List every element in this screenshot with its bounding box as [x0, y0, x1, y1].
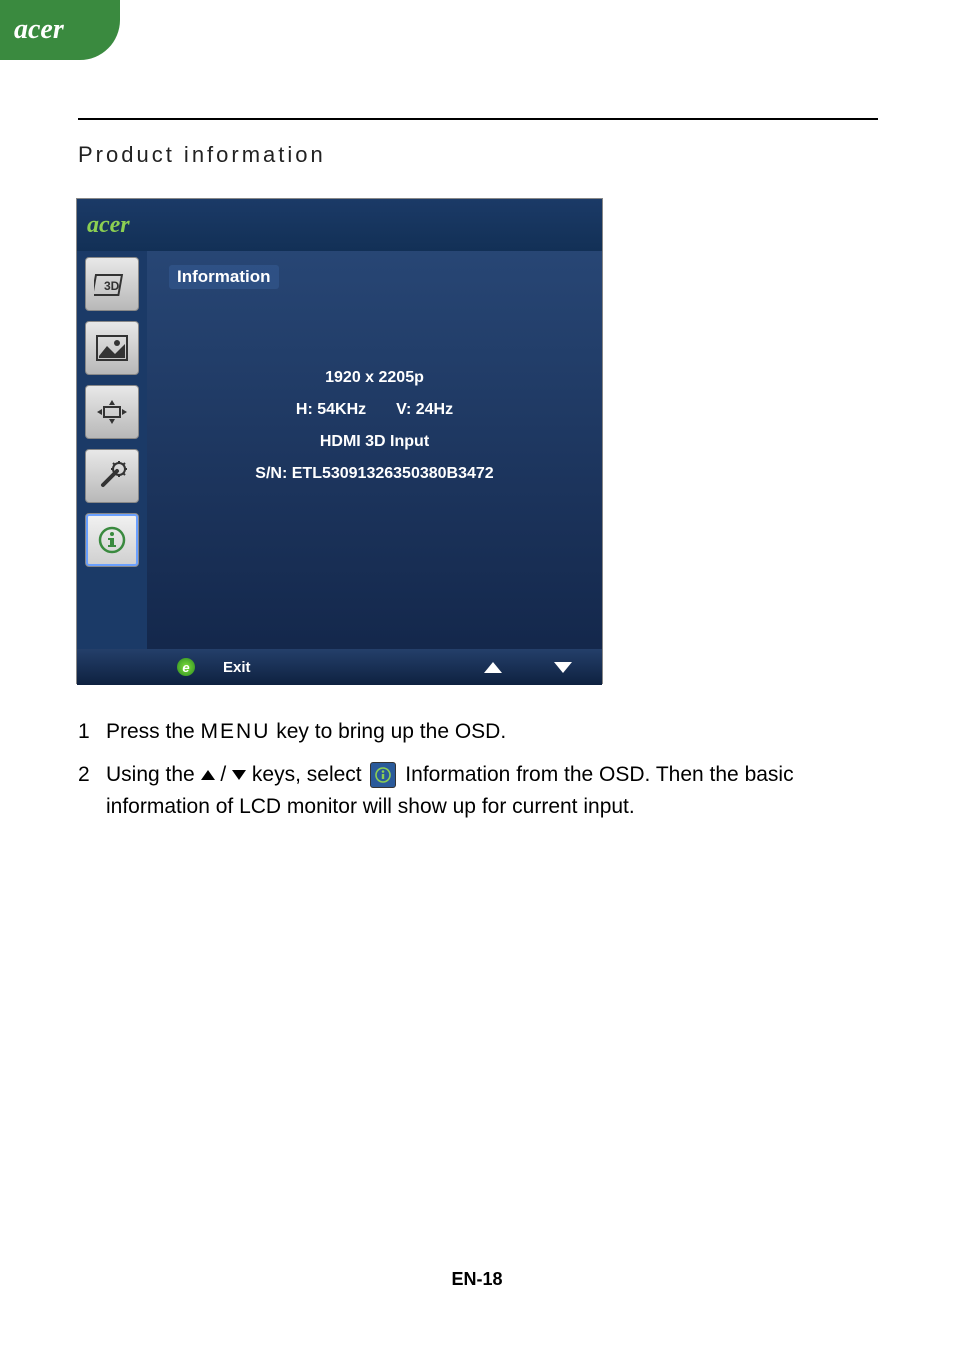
info-vfreq: V: 24Hz: [396, 401, 453, 418]
settings-icon[interactable]: [85, 449, 139, 503]
osd-sidebar: 3D: [77, 251, 147, 649]
osd-tab-title: Information: [169, 265, 279, 289]
instructions: 1 Press the MENU key to bring up the OSD…: [78, 716, 858, 834]
step2-b: /: [215, 763, 233, 786]
page-number: EN-18: [0, 1269, 954, 1290]
divider: [78, 118, 878, 120]
up-arrow-icon: [201, 770, 215, 780]
osd-panel: acer 3D: [76, 198, 603, 684]
step-number: 1: [78, 716, 106, 749]
osd-body: 3D: [77, 251, 602, 649]
down-arrow-icon[interactable]: [554, 662, 572, 673]
instruction-step-1: 1 Press the MENU key to bring up the OSD…: [78, 716, 858, 749]
osd-main: Information 1920 x 2205p H: 54KHz V: 24Hz…: [147, 251, 602, 649]
up-arrow-icon[interactable]: [484, 662, 502, 673]
osd-footer: e Exit: [77, 649, 602, 685]
info-resolution: 1920 x 2205p: [147, 369, 602, 387]
info-input: HDMI 3D Input: [147, 433, 602, 451]
step1-pre: Press the: [106, 720, 201, 743]
brand-header: acer: [0, 0, 120, 60]
section-title: Product information: [78, 142, 326, 168]
step-number: 2: [78, 759, 106, 824]
svg-text:3D: 3D: [104, 279, 120, 293]
menu-key-label: MENU: [201, 720, 271, 743]
position-icon[interactable]: [85, 385, 139, 439]
3d-icon[interactable]: 3D: [85, 257, 139, 311]
instruction-step-2: 2 Using the / keys, select Information f…: [78, 759, 858, 824]
step1-post: key to bring up the OSD.: [270, 720, 506, 743]
exit-button[interactable]: Exit: [223, 659, 251, 676]
info-hfreq: H: 54KHz: [296, 401, 366, 418]
acer-logo: acer: [14, 14, 64, 46]
osd-header: acer: [77, 199, 602, 251]
down-arrow-icon: [232, 770, 246, 780]
info-lines: 1920 x 2205p H: 54KHz V: 24Hz HDMI 3D Inp…: [147, 369, 602, 497]
step2-c: keys, select: [246, 763, 367, 786]
step2-a: Using the: [106, 763, 201, 786]
info-icon: [370, 762, 396, 788]
info-serial: S/N: ETL53091326350380B3472: [147, 465, 602, 483]
info-icon[interactable]: [85, 513, 139, 567]
info-freq: H: 54KHz V: 24Hz: [147, 401, 602, 419]
eco-icon[interactable]: e: [177, 658, 195, 676]
acer-logo: acer: [87, 212, 130, 239]
picture-icon[interactable]: [85, 321, 139, 375]
